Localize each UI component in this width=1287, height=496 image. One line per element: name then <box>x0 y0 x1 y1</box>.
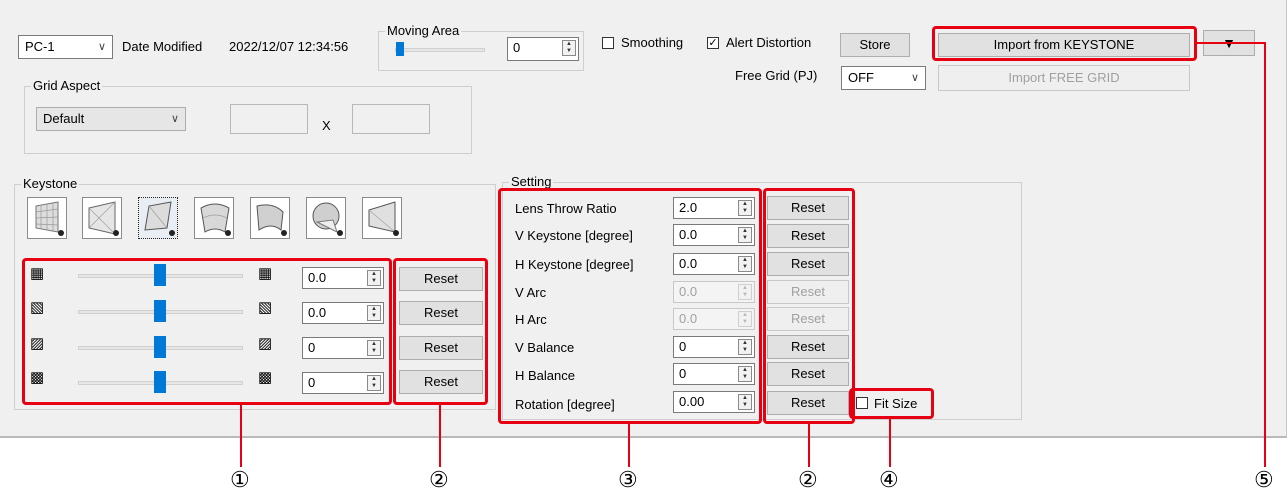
keystone-corner-icon <box>144 201 175 236</box>
grid-aspect-width-input[interactable] <box>230 104 308 134</box>
callout-marker: ③ <box>618 467 638 492</box>
callout-box-2a <box>393 258 488 405</box>
callout-line-3 <box>628 424 630 467</box>
keystone-sphere-icon <box>312 202 343 236</box>
callout-line-4 <box>889 419 891 467</box>
free-grid-value: OFF <box>848 70 874 85</box>
callout-line-1 <box>240 405 242 467</box>
callout-marker: ② <box>798 467 818 492</box>
callout-box-4 <box>849 388 934 419</box>
keystone-label: Keystone <box>21 176 80 192</box>
free-grid-label: Free Grid (PJ) <box>735 68 818 83</box>
smoothing-checkbox[interactable] <box>602 37 614 49</box>
pc-select[interactable]: PC-1 ∨ <box>18 35 113 59</box>
grid-aspect-select[interactable]: Default ∨ <box>36 107 186 131</box>
callout-marker: ④ <box>879 467 899 492</box>
callout-box-3 <box>498 188 762 424</box>
keystone-perspective-tool[interactable] <box>362 197 402 239</box>
import-free-grid-button[interactable]: Import FREE GRID <box>938 65 1190 91</box>
keystone-grid-tool[interactable] <box>27 197 67 239</box>
moving-area-label: Moving Area <box>385 23 462 39</box>
callout-line-2a <box>439 405 441 467</box>
callout-line-5v <box>1264 42 1266 467</box>
pc-select-value: PC-1 <box>25 39 55 54</box>
keystone-cylinder-icon <box>200 203 231 236</box>
alert-distortion-label: Alert Distortion <box>726 35 812 50</box>
callout-marker: ② <box>429 467 449 492</box>
keystone-grid-icon <box>35 201 64 236</box>
grid-aspect-value: Default <box>43 111 85 126</box>
callout-box-2b <box>763 188 855 424</box>
store-button[interactable]: Store <box>840 33 910 57</box>
chevron-down-icon: ∨ <box>97 41 106 53</box>
date-modified-label: Date Modified <box>122 39 203 54</box>
chevron-down-icon: ∨ <box>170 113 179 125</box>
keystone-flat-icon <box>88 201 119 236</box>
spinner-arrows-icon[interactable]: ▲ ▼ <box>562 40 576 56</box>
moving-area-value: 0 <box>513 40 521 55</box>
keystone-cylinder-tool[interactable] <box>194 197 234 239</box>
keystone-cylinder-side-tool[interactable] <box>250 197 290 239</box>
keystone-cylinder-side-icon <box>256 204 287 236</box>
callout-box-1 <box>22 258 392 405</box>
callout-line-5h <box>1197 42 1266 44</box>
moving-area-track[interactable] <box>395 48 485 52</box>
keystone-sphere-tool[interactable] <box>306 197 346 239</box>
keystone-perspective-icon <box>368 201 399 236</box>
callout-line-2b <box>808 424 810 467</box>
moving-area-slider-thumb[interactable] <box>396 42 404 56</box>
free-grid-select[interactable]: OFF ∨ <box>841 66 926 90</box>
alert-distortion-checkbox[interactable]: ✓ <box>707 37 719 49</box>
keystone-flat-tool[interactable] <box>82 197 122 239</box>
keystone-corner-tool[interactable] <box>138 197 178 239</box>
smoothing-label: Smoothing <box>621 35 684 50</box>
grid-aspect-x-label: X <box>322 118 331 133</box>
callout-marker: ⑤ <box>1254 467 1274 492</box>
grid-aspect-label: Grid Aspect <box>31 78 103 94</box>
chevron-down-icon: ∨ <box>910 72 919 84</box>
moving-area-spinner[interactable]: 0 ▲ ▼ <box>507 37 579 61</box>
callout-box-5 <box>932 26 1197 61</box>
grid-aspect-height-input[interactable] <box>352 104 430 134</box>
date-modified-value: 2022/12/07 12:34:56 <box>229 39 349 54</box>
callout-marker: ① <box>230 467 250 492</box>
